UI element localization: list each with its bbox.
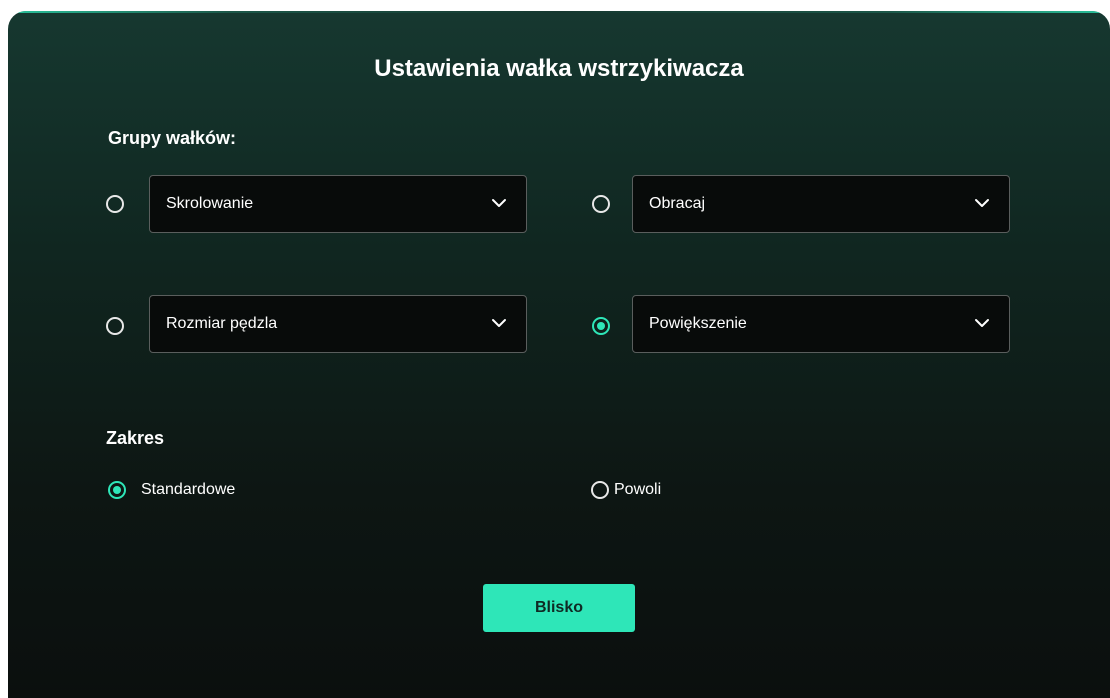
group-select-value: Obracaj [649, 195, 706, 212]
group-radio-brush-size[interactable] [106, 317, 124, 335]
chevron-down-icon [975, 199, 989, 207]
injector-wheel-settings-dialog: Ustawienia wałka wstrzykiwacza Grupy wał… [8, 11, 1110, 698]
range-option-standard-label[interactable]: Standardowe [141, 481, 235, 499]
group-select-scrolling[interactable]: Skrolowanie [149, 175, 527, 233]
range-radio-slow[interactable] [591, 481, 609, 499]
group-select-brush-size[interactable]: Rozmiar pędzla [149, 295, 527, 353]
chevron-down-icon [492, 319, 506, 327]
radio-selected-dot [113, 486, 121, 494]
range-radio-standard[interactable] [108, 481, 126, 499]
group-select-rotate[interactable]: Obracaj [632, 175, 1010, 233]
group-select-value: Rozmiar pędzla [166, 315, 278, 332]
accent-border [8, 11, 1110, 13]
wheel-groups-label: Grupy wałków: [108, 128, 237, 148]
range-label: Zakres [106, 428, 165, 448]
range-option-slow-label[interactable]: Powoli [614, 481, 661, 499]
group-radio-zoom[interactable] [592, 317, 610, 335]
chevron-down-icon [975, 319, 989, 327]
group-select-zoom[interactable]: Powiększenie [632, 295, 1010, 353]
chevron-down-icon [492, 199, 506, 207]
dialog-title: Ustawienia wałka wstrzykiwacza [374, 55, 744, 82]
group-radio-scrolling[interactable] [106, 195, 124, 213]
group-radio-rotate[interactable] [592, 195, 610, 213]
close-button[interactable]: Blisko [483, 584, 635, 632]
group-select-value: Powiększenie [649, 315, 747, 332]
radio-selected-dot [597, 322, 605, 330]
group-select-value: Skrolowanie [166, 195, 254, 212]
